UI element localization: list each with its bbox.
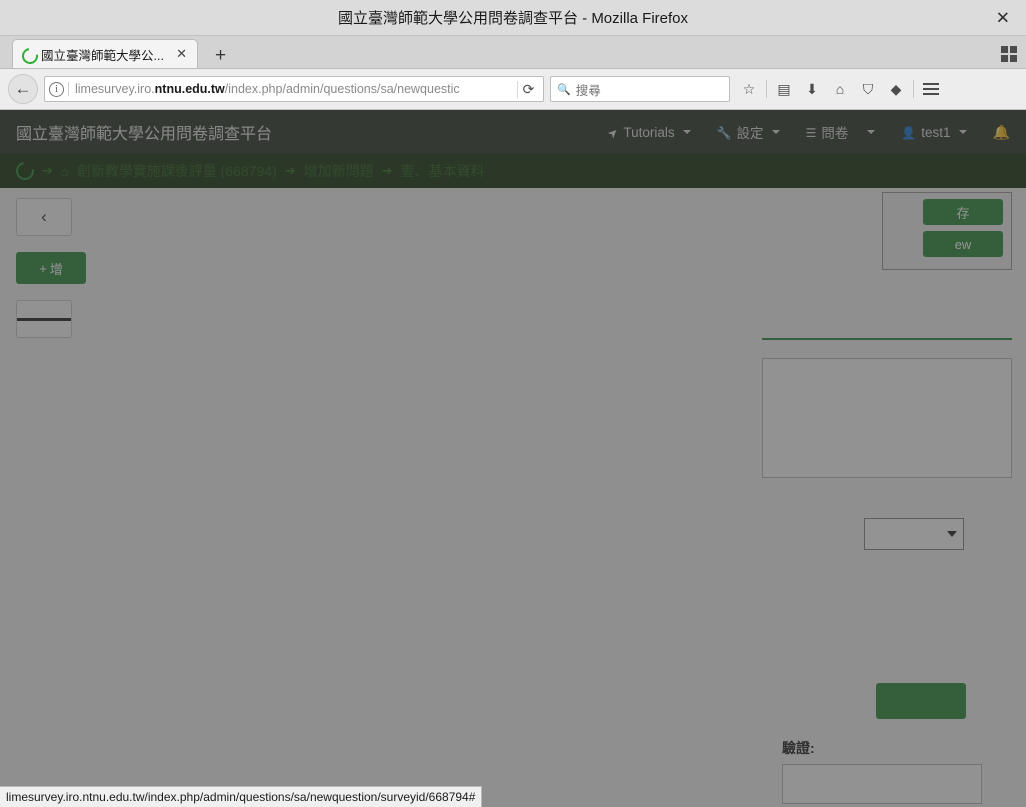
browser-toolbar-icons: ☆ ▤ ⬇ ⌂ ⛉ ◆ [736,76,944,102]
url-bar[interactable]: i limesurvey.iro.ntnu.edu.tw/index.php/a… [44,76,544,102]
limesurvey-leaf-icon [21,47,35,61]
search-bar[interactable]: 🔍 搜尋 [550,76,730,102]
toolbar-divider [766,80,767,98]
close-icon[interactable]: ✕ [174,46,189,62]
toolbar-divider [913,80,914,98]
reload-icon[interactable]: ⟳ [517,80,539,98]
browser-titlebar: 國立臺灣師範大學公用問卷調查平台 - Mozilla Firefox ✕ [0,0,1026,36]
site-identity-icon[interactable]: i [49,81,64,97]
pocket-icon[interactable]: ⛉ [855,76,881,102]
home-icon[interactable]: ⌂ [827,76,853,102]
browser-tab[interactable]: 國立臺灣師範大學公... ✕ [12,39,198,68]
page-viewport: 國立臺灣師範大學公用問卷調查平台 Tutorials 設定 問卷 test1 [0,110,1026,807]
browser-tabstrip: 國立臺灣師範大學公... ✕ + [0,36,1026,69]
search-icon: 🔍 [557,83,571,96]
url-text: limesurvey.iro.ntnu.edu.tw/index.php/adm… [68,82,517,96]
url-suffix: /index.php/admin/questions/sa/newquestic [224,82,460,96]
status-bar-link-preview: limesurvey.iro.ntnu.edu.tw/index.php/adm… [0,786,483,807]
hamburger-menu-icon[interactable] [918,76,944,102]
download-icon[interactable]: ⬇ [799,76,825,102]
new-tab-button[interactable]: + [208,46,233,65]
window-title: 國立臺灣師範大學公用問卷調查平台 - Mozilla Firefox [337,10,689,27]
sync-icon[interactable]: ◆ [883,76,909,102]
url-domain: ntnu.edu.tw [154,82,225,96]
star-icon[interactable]: ☆ [736,76,762,102]
library-icon[interactable]: ▤ [771,76,797,102]
back-button[interactable]: ← [8,74,38,104]
browser-tab-label: 國立臺灣師範大學公... [41,48,164,63]
search-placeholder: 搜尋 [575,83,601,98]
url-prefix: limesurvey.iro. [75,82,155,96]
browser-navbar: ← i limesurvey.iro.ntnu.edu.tw/index.php… [0,69,1026,110]
modal-backdrop[interactable] [0,110,1026,807]
list-all-tabs-icon[interactable] [1001,46,1017,62]
window-close-button[interactable]: ✕ [990,7,1016,28]
